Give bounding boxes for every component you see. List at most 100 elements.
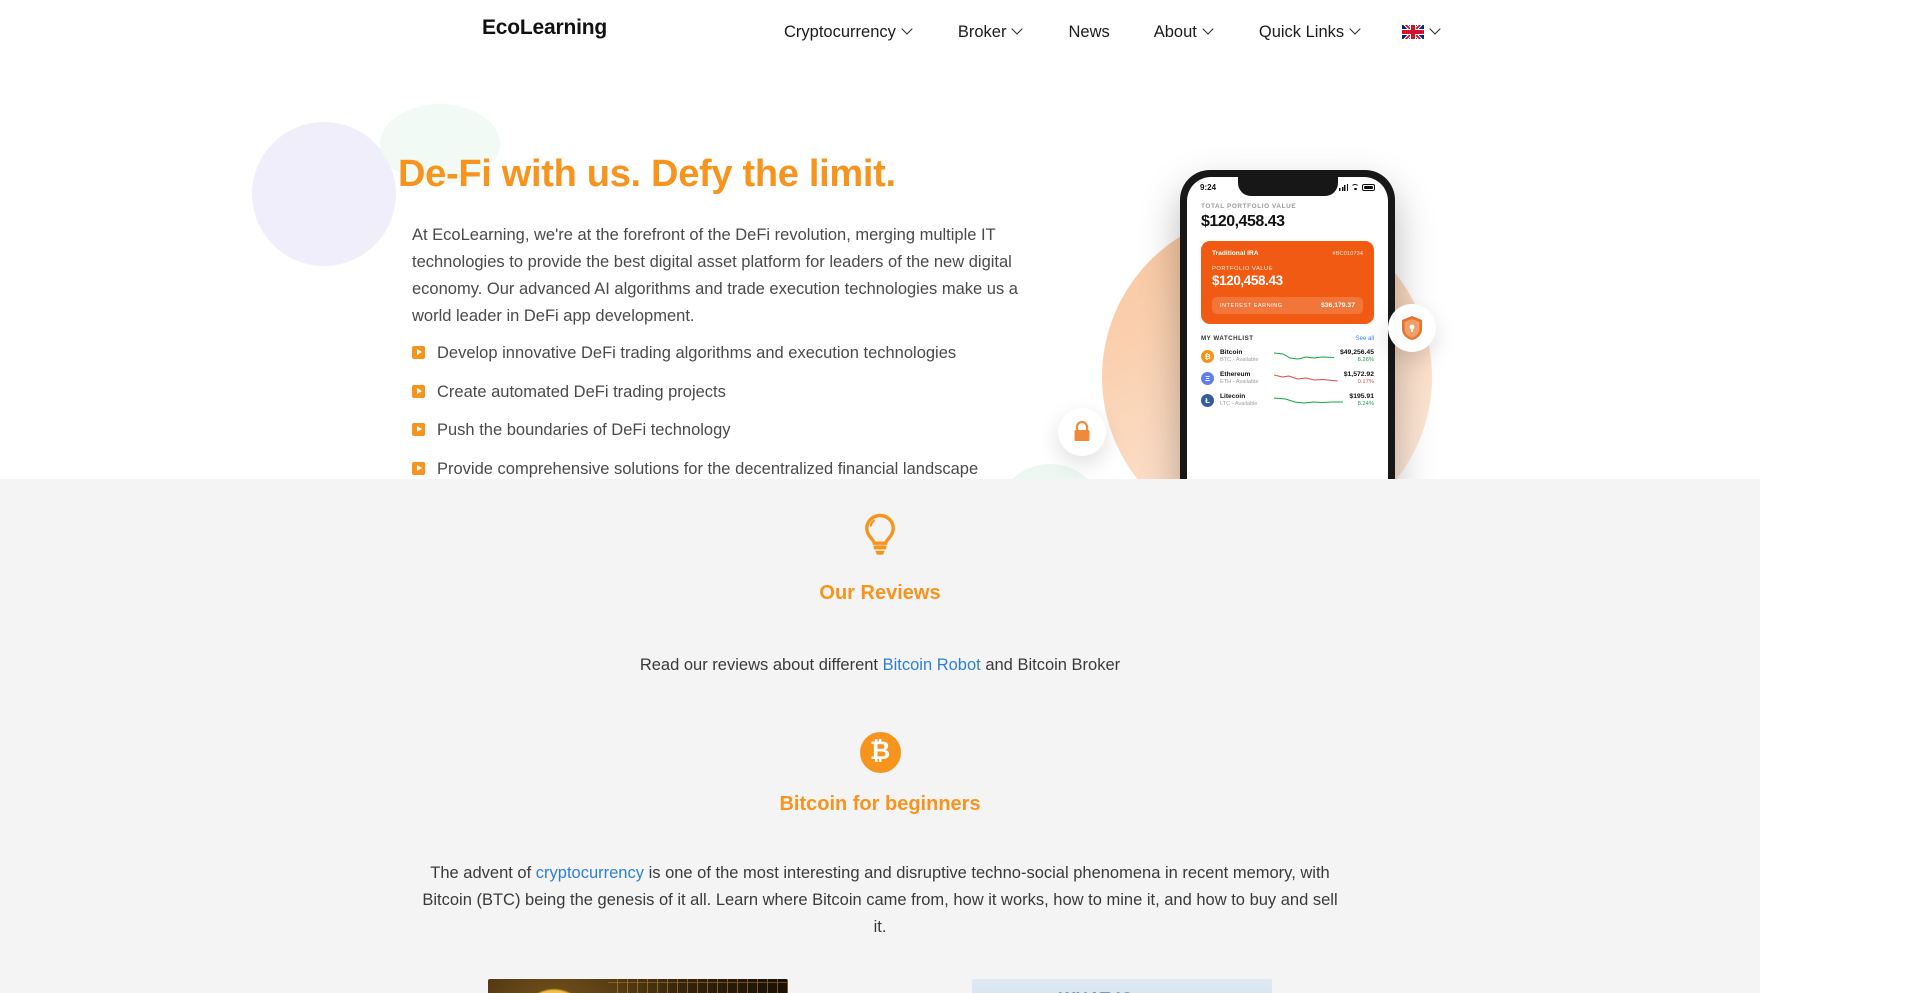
bullet-arrow-icon [412,461,425,475]
bullet-arrow-icon [412,384,425,398]
bullet-arrow-icon [412,423,425,436]
bullet-arrow-icon [412,346,425,359]
nav-label: Quick Links [1258,22,1345,41]
card-caption-line1: WHAT IS [972,989,1220,993]
watchlist-title: MY WATCHLIST [1201,335,1254,342]
content-band: Our Reviews Read our reviews about diffe… [0,479,1760,993]
battery-icon [1362,184,1375,191]
list-item: Provide comprehensive solutions for the … [412,458,1092,480]
beginners-text: The advent of cryptocurrency is one of t… [420,860,1340,941]
language-switcher[interactable] [1384,17,1460,47]
phone-screen: 9:24 TOTAL PORTFOLIO VALUE $120,458.43 T… [1187,177,1388,479]
litecoin-coin-icon: Ł [1201,393,1214,407]
account-card[interactable]: Traditional IRA #BC010734 PORTFOLIO VALU… [1201,241,1374,324]
watchlist-header: MY WATCHLIST See all [1201,335,1374,342]
cryptocurrency-link[interactable]: cryptocurrency [536,864,644,882]
watchlist-see-all-link[interactable]: See all [1356,336,1374,342]
phone-mockup-artwork: 9:24 TOTAL PORTFOLIO VALUE $120,458.43 T… [1058,124,1500,479]
primary-navigation: Cryptocurrency Broker News About Quick L… [762,17,1460,47]
bitcoin-icon: ₿ [859,732,901,773]
chevron-down-icon [1013,25,1024,36]
hero-heading: De-Fi with us. Defy the limit. [398,153,896,195]
list-item: Create automated DeFi trading projects [412,381,1092,403]
coin-price: $195.91 [1349,393,1374,400]
bitcoin-icon-wrap: ₿ [0,732,1760,773]
what-is-cryptocurrency-card[interactable]: WHAT IS CRYPTOCURRENCY ? [972,979,1272,993]
beginners-section: ₿ Bitcoin for beginners The advent of cr… [0,732,1760,941]
list-item: Push the boundaries of DeFi technology [412,419,1092,441]
hero-paragraph: At EcoLearning, we're at the forefront o… [412,226,1018,325]
interest-label: INTEREST EARNING [1220,302,1283,309]
list-item-label: Provide comprehensive solutions for the … [437,459,979,478]
coin-change: 8.26% [1357,357,1374,363]
coin-value-block: $195.91 8.24% [1349,393,1374,407]
chevron-down-icon [903,25,914,36]
coin-name-block: Litecoin LTC - Available [1220,393,1268,407]
coin-value-block: $1,572.92 0.17% [1344,371,1374,385]
reviews-text: Read our reviews about different Bitcoin… [0,652,1760,679]
coin-subtitle: BTC - Available [1220,357,1259,363]
sparkline-chart [1274,352,1334,360]
nav-label: About [1153,22,1197,41]
interest-earning-row: INTEREST EARNING $36,179.37 [1212,297,1363,314]
lightbulb-icon [865,513,895,555]
portfolio-value: $120,458.43 [1212,273,1283,288]
list-item: Develop innovative DeFi trading algorith… [412,342,1092,364]
coin-name-block: Ethereum ETH - Available [1220,371,1268,385]
coin-price: $1,572.92 [1343,371,1374,378]
interest-value: $36,179.37 [1320,302,1355,309]
coin-value-block: $49,256.45 8.26% [1340,349,1374,363]
sparkline-chart [1274,397,1344,404]
hero-feature-list: Develop innovative DeFi trading algorith… [412,342,1092,479]
bitcoin-coin-icon: ₿ [1201,349,1214,363]
what-is-bitcoin-card[interactable]: What is [488,979,788,993]
phone-notch [1237,177,1338,196]
coin-name: Bitcoin [1220,349,1243,356]
status-time: 9:24 [1200,183,1217,192]
nav-label: News [1068,22,1110,41]
list-item[interactable]: Ł Litecoin LTC - Available $195.91 8.24% [1201,393,1374,407]
chevron-down-icon [1204,25,1215,36]
coin-subtitle: ETH - Available [1220,379,1259,385]
coin-change: 0.17% [1357,379,1374,385]
nav-item-quick-links[interactable]: Quick Links [1237,17,1384,47]
brand-logo[interactable]: EcoLearning [482,16,607,40]
page-root: EcoLearning Cryptocurrency Broker News A… [0,0,1920,993]
chevron-down-icon [1431,25,1442,36]
chevron-down-icon [1351,25,1362,36]
phone-content: TOTAL PORTFOLIO VALUE $120,458.43 Tradit… [1187,192,1388,407]
sparkline-chart [1274,374,1338,382]
decorative-blob-lavender [252,122,396,266]
coin-price: $49,256.45 [1339,349,1374,356]
account-card-header: Traditional IRA #BC010734 [1212,250,1363,257]
nav-label: Cryptocurrency [784,22,896,41]
shield-badge [1388,304,1436,352]
portfolio-value-label: PORTFOLIO VALUE [1212,266,1274,272]
nav-item-news[interactable]: News [1046,17,1131,47]
ethereum-coin-icon: Ξ [1201,371,1214,385]
list-item-label: Push the boundaries of DeFi technology [437,421,731,439]
lightbulb-icon-wrap [0,479,1760,562]
total-portfolio-value: $120,458.43 [1201,213,1285,230]
hero-section: De-Fi with us. Defy the limit. At EcoLea… [0,64,1920,479]
coin-name: Litecoin [1220,393,1246,400]
beginners-title: Bitcoin for beginners [779,793,981,815]
coin-subtitle: LTC - Available [1220,401,1258,407]
bitcoin-robot-link[interactable]: Bitcoin Robot [883,656,981,674]
circuit-pattern [608,979,788,993]
status-icon-group [1339,184,1375,191]
coin-name-block: Bitcoin BTC - Available [1220,349,1268,363]
reviews-title: Our Reviews [819,582,941,604]
list-item[interactable]: Ξ Ethereum ETH - Available $1,572.92 0.1… [1201,371,1374,385]
beginners-text-before: The advent of [430,864,536,882]
reviews-text-after: and Bitcoin Broker [980,656,1121,674]
account-id: #BC010734 [1332,250,1363,257]
nav-item-cryptocurrency[interactable]: Cryptocurrency [762,17,936,47]
total-portfolio-label: TOTAL PORTFOLIO VALUE [1201,203,1297,210]
wifi-icon [1351,184,1359,191]
list-item[interactable]: ₿ Bitcoin BTC - Available $49,256.45 8.2… [1201,349,1374,363]
account-title: Traditional IRA [1212,250,1259,257]
nav-item-broker[interactable]: Broker [936,17,1047,47]
nav-item-about[interactable]: About [1132,17,1237,47]
reviews-text-before: Read our reviews about different [639,656,883,674]
